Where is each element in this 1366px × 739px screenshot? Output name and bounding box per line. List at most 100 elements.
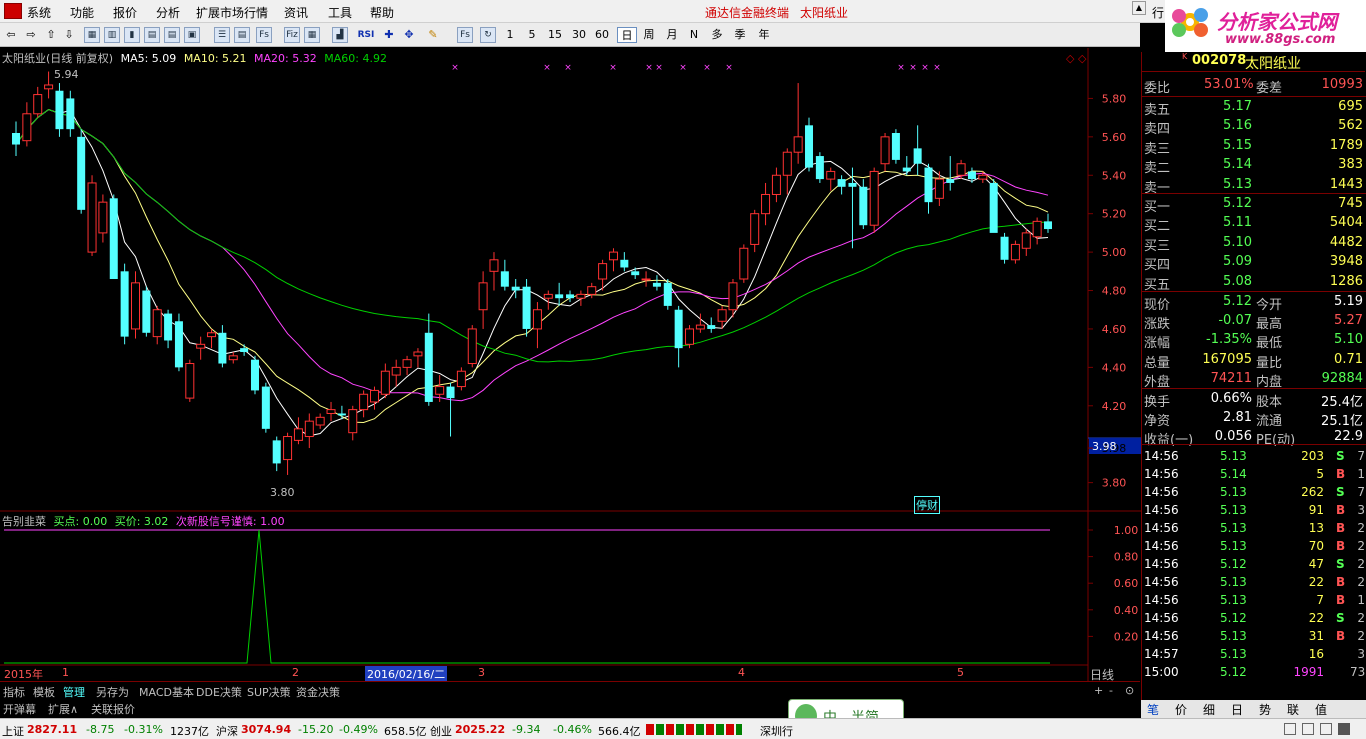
menu-function[interactable]: 功能	[70, 4, 94, 21]
chart-icon[interactable]: ▟	[332, 27, 348, 43]
fs-icon[interactable]: Fs	[256, 27, 272, 43]
back-icon[interactable]: ⇦	[4, 27, 18, 43]
tick-row[interactable]: 14:56 5.13 22 B 2	[1142, 574, 1365, 592]
bid-row[interactable]: 买四 5.09 3948	[1142, 253, 1365, 273]
tab-value[interactable]: 值	[1315, 701, 1327, 718]
screen-icon[interactable]: ▣	[184, 27, 200, 43]
settings-icon[interactable]	[1338, 723, 1350, 735]
tab-link[interactable]: 联	[1287, 701, 1299, 718]
tick-row[interactable]: 15:00 5.12 1991 73	[1142, 664, 1365, 682]
tick-row[interactable]: 14:56 5.13 203 S 7	[1142, 448, 1365, 466]
tiles-icon[interactable]: ▦	[304, 27, 320, 43]
cross-icon[interactable]: ✚	[382, 27, 396, 43]
tab-day[interactable]: 日	[1231, 701, 1243, 718]
menu-right-item[interactable]: 行	[1152, 4, 1164, 21]
cy-label[interactable]: 创业	[430, 723, 452, 739]
zoom-minus[interactable]: -	[1109, 684, 1113, 697]
down-icon[interactable]: ⇩	[62, 27, 76, 43]
menu-tools[interactable]: 工具	[328, 4, 352, 21]
close-panel-icon[interactable]: ⊙	[1125, 684, 1134, 697]
tab-manage[interactable]: 管理	[63, 684, 85, 700]
indicator-name[interactable]: 告别韭菜	[2, 515, 46, 528]
period-15[interactable]: 15	[546, 27, 564, 43]
tick-row[interactable]: 14:56 5.13 31 B 2	[1142, 628, 1365, 646]
menu-news[interactable]: 资讯	[284, 4, 308, 21]
tick-row[interactable]: 14:56 5.14 5 B 1	[1142, 466, 1365, 484]
tab-dde[interactable]: DDE决策	[196, 684, 242, 700]
menu-ext-market[interactable]: 扩展市场行情	[196, 4, 268, 21]
tab-save-as[interactable]: 另存为	[96, 684, 129, 700]
tick-row[interactable]: 14:56 5.13 7 B 1	[1142, 592, 1365, 610]
up-icon[interactable]: ⇧	[44, 27, 58, 43]
alert-icon[interactable]	[1302, 723, 1314, 735]
menu-analysis[interactable]: 分析	[156, 4, 180, 21]
tab-price[interactable]: 价	[1175, 701, 1187, 718]
ask-row[interactable]: 卖二 5.14 383	[1142, 156, 1365, 176]
kline-chart[interactable]: × × × × × × × × × × × × × 5.805.605.405.205.004.804.…	[0, 48, 1141, 682]
refresh-icon[interactable]: ↻	[480, 27, 496, 43]
ask-row[interactable]: 卖一 5.13 1443	[1142, 176, 1365, 196]
hs-label[interactable]: 沪深	[216, 723, 238, 739]
period-60[interactable]: 60	[593, 27, 611, 43]
tick-row[interactable]: 14:56 5.12 47 S 2	[1142, 556, 1365, 574]
doc-icon[interactable]: ▤	[234, 27, 250, 43]
period-year[interactable]: 年	[757, 27, 771, 43]
app-icon[interactable]	[4, 3, 22, 19]
fiz-icon[interactable]: Fiz	[284, 27, 300, 43]
tab-detail[interactable]: 细	[1203, 701, 1215, 718]
ask-row[interactable]: 卖五 5.17 695	[1142, 98, 1365, 118]
menu-system[interactable]: 系统	[27, 4, 51, 21]
ask-row[interactable]: 卖四 5.16 562	[1142, 117, 1365, 137]
period-1[interactable]: 1	[503, 27, 517, 43]
period-quarter[interactable]: 季	[733, 27, 747, 43]
candle-icon[interactable]: ▮	[124, 27, 140, 43]
tab-sup[interactable]: SUP决策	[247, 684, 291, 700]
period-week[interactable]: 周	[642, 27, 656, 43]
note-tag[interactable]: 停财	[914, 496, 940, 514]
tab-template[interactable]: 模板	[33, 684, 55, 700]
tab-macd[interactable]: MACD基本	[139, 684, 194, 700]
tab-expand[interactable]: 扩展∧	[48, 701, 78, 717]
sh-label[interactable]: 上证	[2, 723, 24, 739]
list-icon[interactable]: ☰	[214, 27, 230, 43]
tick-row[interactable]: 14:57 5.13 16 3	[1142, 646, 1365, 664]
period-30[interactable]: 30	[570, 27, 588, 43]
tick-row[interactable]: 14:56 5.13 91 B 3	[1142, 502, 1365, 520]
ask-row[interactable]: 卖三 5.15 1789	[1142, 137, 1365, 157]
move-icon[interactable]: ✥	[402, 27, 416, 43]
tab-trend[interactable]: 势	[1259, 701, 1271, 718]
kline-icon[interactable]: ▥	[104, 27, 120, 43]
tab-fund[interactable]: 资金决策	[296, 684, 340, 700]
diamond-icon[interactable]: ◇	[1066, 52, 1074, 65]
tick-row[interactable]: 14:56 5.13 262 S 7	[1142, 484, 1365, 502]
tick-row[interactable]: 14:56 5.13 13 B 2	[1142, 520, 1365, 538]
tab-danmu[interactable]: 开弹幕	[3, 701, 36, 717]
grid-icon[interactable]: ▦	[84, 27, 100, 43]
fs-period-icon[interactable]: Fs	[457, 27, 473, 43]
rsi-icon[interactable]: RSI	[356, 27, 376, 43]
tab-related-quote[interactable]: 关联报价	[91, 701, 135, 717]
bid-row[interactable]: 买三 5.10 4482	[1142, 234, 1365, 254]
tick-row[interactable]: 14:56 5.13 70 B 2	[1142, 538, 1365, 556]
period-month[interactable]: 月	[665, 27, 679, 43]
period-5[interactable]: 5	[525, 27, 539, 43]
sz-label[interactable]: 深圳行	[760, 723, 793, 739]
diamond2-icon[interactable]: ◇	[1078, 52, 1086, 65]
zoom-plus[interactable]: +	[1094, 684, 1103, 697]
bid-row[interactable]: 买一 5.12 745	[1142, 195, 1365, 215]
volume-icon[interactable]: ▤	[144, 27, 160, 43]
forward-icon[interactable]: ⇨	[24, 27, 38, 43]
tab-indicator[interactable]: 指标	[3, 684, 25, 700]
window-icon[interactable]	[1284, 723, 1296, 735]
pencil-icon[interactable]: ✎	[426, 27, 440, 43]
scroll-up-icon[interactable]: ▲	[1132, 1, 1146, 15]
menu-help[interactable]: 帮助	[370, 4, 394, 21]
sound-icon[interactable]	[1320, 723, 1332, 735]
table-icon[interactable]: ▤	[164, 27, 180, 43]
tick-row[interactable]: 14:56 5.12 22 S 2	[1142, 610, 1365, 628]
period-n[interactable]: N	[687, 27, 701, 43]
tab-tick[interactable]: 笔	[1147, 701, 1159, 718]
period-day[interactable]: 日	[617, 27, 637, 43]
menu-quote[interactable]: 报价	[113, 4, 137, 21]
bid-row[interactable]: 买五 5.08 1286	[1142, 273, 1365, 293]
